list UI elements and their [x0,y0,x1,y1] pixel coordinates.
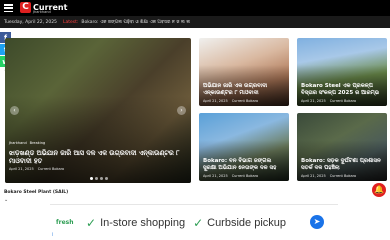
category-tag[interactable]: Jharkhand [9,141,27,145]
slider-dot[interactable] [105,177,108,180]
chevron-down-icon[interactable]: ⌄ [4,197,8,203]
slider-dot[interactable] [100,177,103,180]
latest-label: Latest: [62,19,79,25]
story-date: April 21, 2025 [9,167,34,171]
story-author[interactable]: Current Bokaro [330,99,356,103]
ad-feature-label: Curbside pickup [207,216,286,229]
latest-headline[interactable]: Bokaro: ଏକ ଜଙ୍ଗଲ ପଢ଼ିବା ଓ ଶିକ୍ଷା ଏକ ଅବସର… [81,19,271,25]
slider-dots [90,177,108,180]
directions-icon[interactable]: ➤ [310,215,324,229]
main-story-meta: April 21, 2025 Current Bokaro [9,167,187,171]
story-date: April 21, 2025 [301,99,326,103]
story-title[interactable]: ଅଭିଯାନ ଜାରି ଏକ ଉଗ୍ରବାଦୀ ଏନ୍କାଉଣ୍ଟର ୮ ମାଓ… [203,83,285,97]
story-author[interactable]: Current Bokaro [232,174,258,178]
news-ticker: Tuesday, April 22, 2025 Latest: Bokaro: … [0,16,390,28]
story-title[interactable]: Bokaro Steel ଏକ ପ୍ରକଳ୍ପ ବିସ୍ତାର ସଂକଳ୍ପ 2… [301,83,383,97]
story-card[interactable]: Bokaro: ସଡ଼କ ଦୁର୍ଘଟଣା ପ୍ରଶାସନ ସତର୍କ ଦଳ ପ… [297,113,387,181]
story-title[interactable]: Bokaro: ସଡ଼କ ଦୁର୍ଘଟଣା ପ୍ରଶାସନ ସତର୍କ ଦଳ ପ… [301,158,383,172]
slider-prev-icon[interactable]: ‹ [10,106,19,115]
current-date: Tuesday, April 22, 2025 [4,19,57,25]
story-date: April 21, 2025 [301,174,326,178]
story-card[interactable]: ଅଭିଯାନ ଜାରି ଏକ ଉଗ୍ରବାଦୀ ଏନ୍କାଉଣ୍ଟର ୮ ମାଓ… [199,38,289,106]
notification-bell-icon[interactable]: 🔔 [372,183,386,197]
check-icon: ✓ [86,215,97,230]
hamburger-menu-icon[interactable] [4,4,13,12]
story-meta: April 21, 2025 Current Bokaro [203,174,285,178]
story-card[interactable]: Bokaro Steel ଏକ ପ୍ରକଳ୍ପ ବିସ୍ତାର ସଂକଳ୍ପ 2… [297,38,387,106]
story-card[interactable]: Bokaro: ବନ ବିଭାଗ ଜଙ୍ଗଲ ସୁରକ୍ଷା ଅଭିଯାନ ନେ… [199,113,289,181]
story-meta: April 21, 2025 Current Bokaro [203,99,285,103]
main-story-card[interactable]: ‹ › Jharkhand Breaking ଝାଡ଼ଖଣ୍ଡ ଅଭିଯାନ ଜ… [5,38,191,183]
story-meta: April 21, 2025 Current Bokaro [301,174,383,178]
story-author[interactable]: Current Bokaro [232,99,258,103]
slider-dot[interactable] [95,177,98,180]
logo-mark-icon: C [20,2,31,13]
main-story-categories: Jharkhand Breaking [9,141,45,145]
ad-feature: ✓ Curbside pickup [193,216,286,230]
ad-feature: ✓ In-store shopping [86,216,185,230]
ad-brand-logo[interactable]: fresh [56,219,78,226]
slider-dot[interactable] [90,177,93,180]
ad-banner[interactable]: fresh ✓ In-store shopping ✓ Curbside pic… [50,204,338,240]
logo-subtitle: Jharkhand [33,10,51,14]
story-date: April 21, 2025 [203,174,228,178]
check-icon: ✓ [193,215,204,230]
main-story-title[interactable]: ଝାଡ଼ଖଣ୍ଡ ଅଭିଯାନ ଜାରି ଆସ ଦଳ ଏକ ଉଗ୍ରବାଦୀ ଏ… [9,149,187,165]
section-heading[interactable]: Bokaro Steel Plant (SAIL) [4,190,68,195]
top-bar: C Current Jharkhand [0,0,390,16]
slider-next-icon[interactable]: › [177,106,186,115]
story-author[interactable]: Current Bokaro [38,167,64,171]
category-tag[interactable]: Breaking [30,141,46,145]
story-meta: April 21, 2025 Current Bokaro [301,99,383,103]
story-date: April 21, 2025 [203,99,228,103]
story-author[interactable]: Current Bokaro [330,174,356,178]
ad-feature-label: In-store shopping [100,216,186,229]
story-title[interactable]: Bokaro: ବନ ବିଭାଗ ଜଙ୍ଗଲ ସୁରକ୍ଷା ଅଭିଯାନ ନେ… [203,158,285,172]
ad-info-icon[interactable]: i [52,232,53,238]
